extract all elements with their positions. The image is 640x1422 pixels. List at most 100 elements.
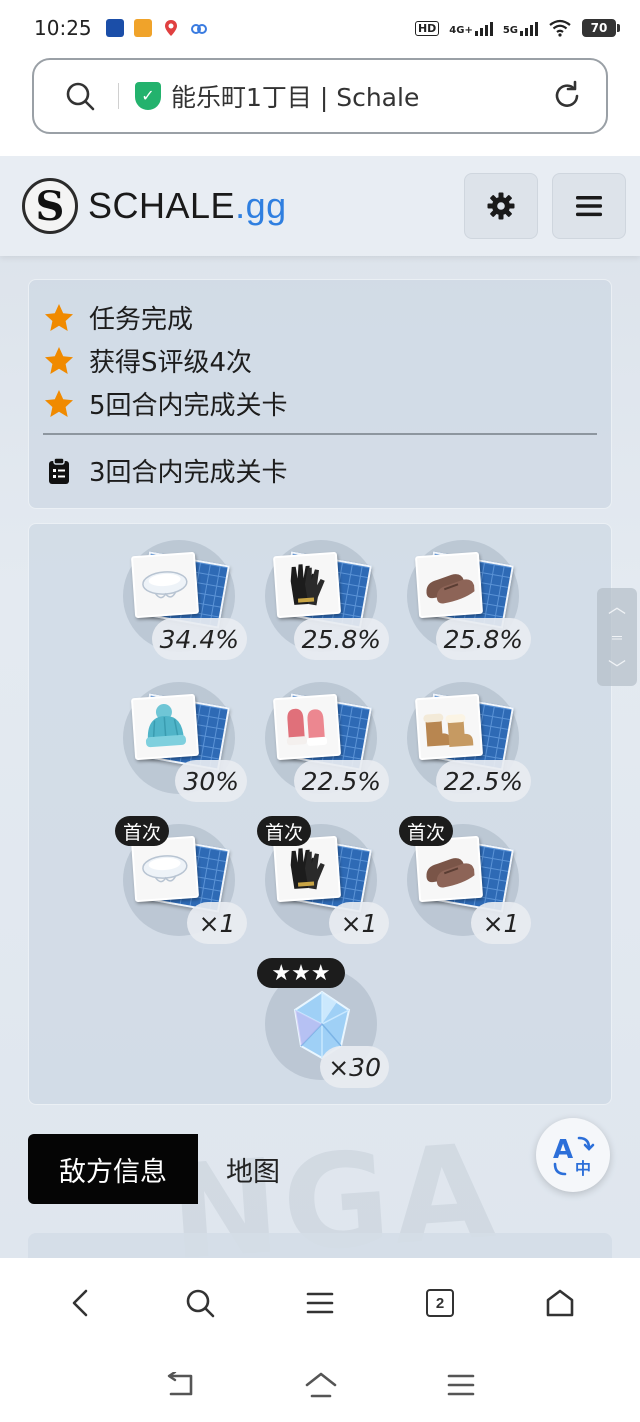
browser-toolbar: ✓ 能乐町1丁目 | Schale xyxy=(0,56,640,156)
drop-amount-label: ×1 xyxy=(329,902,389,944)
star-icon xyxy=(45,303,73,331)
brand-main: SCHALE xyxy=(88,185,236,226)
drop-rewards-card: 34.4% 25.8% 25.8% 30% 22.5% 22.5% 首次 ×1 … xyxy=(28,523,612,1105)
chevron-left-icon xyxy=(72,1289,88,1317)
settings-button[interactable] xyxy=(464,173,538,239)
address-separator xyxy=(118,83,119,109)
translate-button[interactable]: A 中 xyxy=(536,1118,610,1192)
drop-amount-label: ×30 xyxy=(320,1046,389,1088)
scroll-handle[interactable]: ︿ ═ ﹀ xyxy=(597,588,637,686)
drop-item[interactable]: ★★★ ×30 xyxy=(257,958,389,1088)
mission-label: 5回合内完成关卡 xyxy=(89,391,288,421)
signal-5g: 5G xyxy=(503,20,538,36)
svg-text:中: 中 xyxy=(575,1159,591,1178)
site-logo-icon[interactable]: S xyxy=(22,178,78,234)
drop-rate-label: 25.8% xyxy=(435,618,531,660)
detail-tabs: 敌方信息 地图 xyxy=(28,1134,308,1204)
rarity-badge: ★★★ xyxy=(257,958,345,988)
search-icon[interactable] xyxy=(64,80,96,112)
search-icon xyxy=(186,1289,215,1318)
signal-bars-icon xyxy=(520,20,538,36)
back-button[interactable] xyxy=(50,1273,110,1333)
system-recents-icon[interactable] xyxy=(447,1373,475,1397)
drop-item[interactable]: 22.5% xyxy=(407,682,531,802)
tabs-count: 2 xyxy=(426,1289,454,1317)
site-header: S SCHALE.gg xyxy=(0,156,640,256)
fur-boots-icon xyxy=(414,693,484,761)
mission-label: 获得S评级4次 xyxy=(89,348,253,378)
drop-rate-label: 25.8% xyxy=(293,618,389,660)
reload-icon[interactable] xyxy=(550,79,584,113)
site-brand[interactable]: SCHALE.gg xyxy=(88,185,287,227)
drop-item[interactable]: 30% xyxy=(123,682,247,802)
tab-map[interactable]: 地图 xyxy=(198,1134,308,1204)
drop-amount-label: ×1 xyxy=(471,902,531,944)
drop-rate-label: 30% xyxy=(175,760,247,802)
signal-4g: 4G+ xyxy=(449,20,493,36)
menu-button[interactable] xyxy=(552,173,626,239)
battery-indicator: 70 xyxy=(582,19,620,37)
menu-icon xyxy=(306,1292,334,1314)
address-bar[interactable]: ✓ 能乐町1丁目 | Schale xyxy=(32,58,608,134)
knit-beanie-icon xyxy=(130,693,200,761)
chevron-down-icon: ﹀ xyxy=(608,659,626,679)
drop-item[interactable]: 首次 ×1 xyxy=(399,816,531,944)
drop-item[interactable]: 25.8% xyxy=(407,540,531,660)
drop-rate-label: 22.5% xyxy=(293,760,389,802)
star-icon xyxy=(45,346,73,374)
translate-icon: A 中 xyxy=(553,1135,595,1178)
tabs-button[interactable]: 2 xyxy=(410,1273,470,1333)
rarity-stars: ★★★ xyxy=(271,960,331,985)
url-text[interactable]: 能乐町1丁目 | Schale xyxy=(171,78,419,114)
wedding-veil-icon xyxy=(130,551,200,619)
status-indicators: HD 4G+ 5G 70 xyxy=(414,19,620,37)
app-notification-icon xyxy=(105,19,124,37)
notification-icons xyxy=(105,19,208,37)
wifi-icon xyxy=(549,19,571,37)
drop-rate-label: 34.4% xyxy=(151,618,247,660)
home-button[interactable] xyxy=(530,1273,590,1333)
map-pin-icon xyxy=(162,19,180,37)
first-clear-badge: 首次 xyxy=(115,816,170,846)
mission-row: 任务完成 xyxy=(43,296,597,339)
tab-enemy-info[interactable]: 敌方信息 xyxy=(28,1134,198,1204)
drop-item[interactable]: 34.4% xyxy=(123,540,247,660)
svg-text:A: A xyxy=(553,1135,573,1165)
mission-objectives-card: 任务完成 获得S评级4次 5回合内完成关卡 3回合内完成关卡 xyxy=(28,279,612,509)
menu-button[interactable] xyxy=(290,1273,350,1333)
cloud-icon xyxy=(190,19,208,37)
brand-suffix: .gg xyxy=(235,185,287,226)
drop-item[interactable]: 25.8% xyxy=(265,540,389,660)
drop-amount-label: ×1 xyxy=(187,902,247,944)
app-notification-icon xyxy=(133,19,152,37)
enemy-info-card xyxy=(28,1233,612,1258)
mission-row: 获得S评级4次 xyxy=(43,339,597,382)
browser-bottom-bar: 2 xyxy=(0,1258,640,1348)
drop-rate-label: 22.5% xyxy=(435,760,531,802)
hd-indicator: HD xyxy=(414,20,440,36)
challenge-label: 3回合内完成关卡 xyxy=(89,458,288,488)
system-navigation-bar xyxy=(0,1348,640,1422)
system-back-icon[interactable] xyxy=(165,1372,195,1398)
status-bar: 10:25 HD 4G+ 5G 70 xyxy=(0,0,640,56)
clipboard-icon xyxy=(43,455,75,487)
brown-loafers-icon xyxy=(414,551,484,619)
star-icon xyxy=(45,389,73,417)
drop-item[interactable]: 22.5% xyxy=(265,682,389,802)
network-label-2: 5G xyxy=(502,25,518,36)
mission-row: 5回合内完成关卡 xyxy=(43,382,597,425)
gear-icon xyxy=(487,192,515,220)
drop-item[interactable]: 首次 ×1 xyxy=(115,816,247,944)
challenge-row: 3回合内完成关卡 xyxy=(43,449,597,492)
drop-item[interactable]: 首次 ×1 xyxy=(257,816,389,944)
first-clear-badge: 首次 xyxy=(399,816,454,846)
search-button[interactable] xyxy=(170,1273,230,1333)
chevron-up-icon: ︿ xyxy=(608,597,626,617)
first-clear-badge: 首次 xyxy=(257,816,312,846)
hamburger-icon xyxy=(576,196,602,217)
secure-shield-icon: ✓ xyxy=(135,82,161,110)
black-gloves-icon xyxy=(272,551,342,619)
home-icon xyxy=(546,1289,574,1317)
grip-icon: ═ xyxy=(612,629,622,645)
system-home-icon[interactable] xyxy=(304,1371,338,1399)
